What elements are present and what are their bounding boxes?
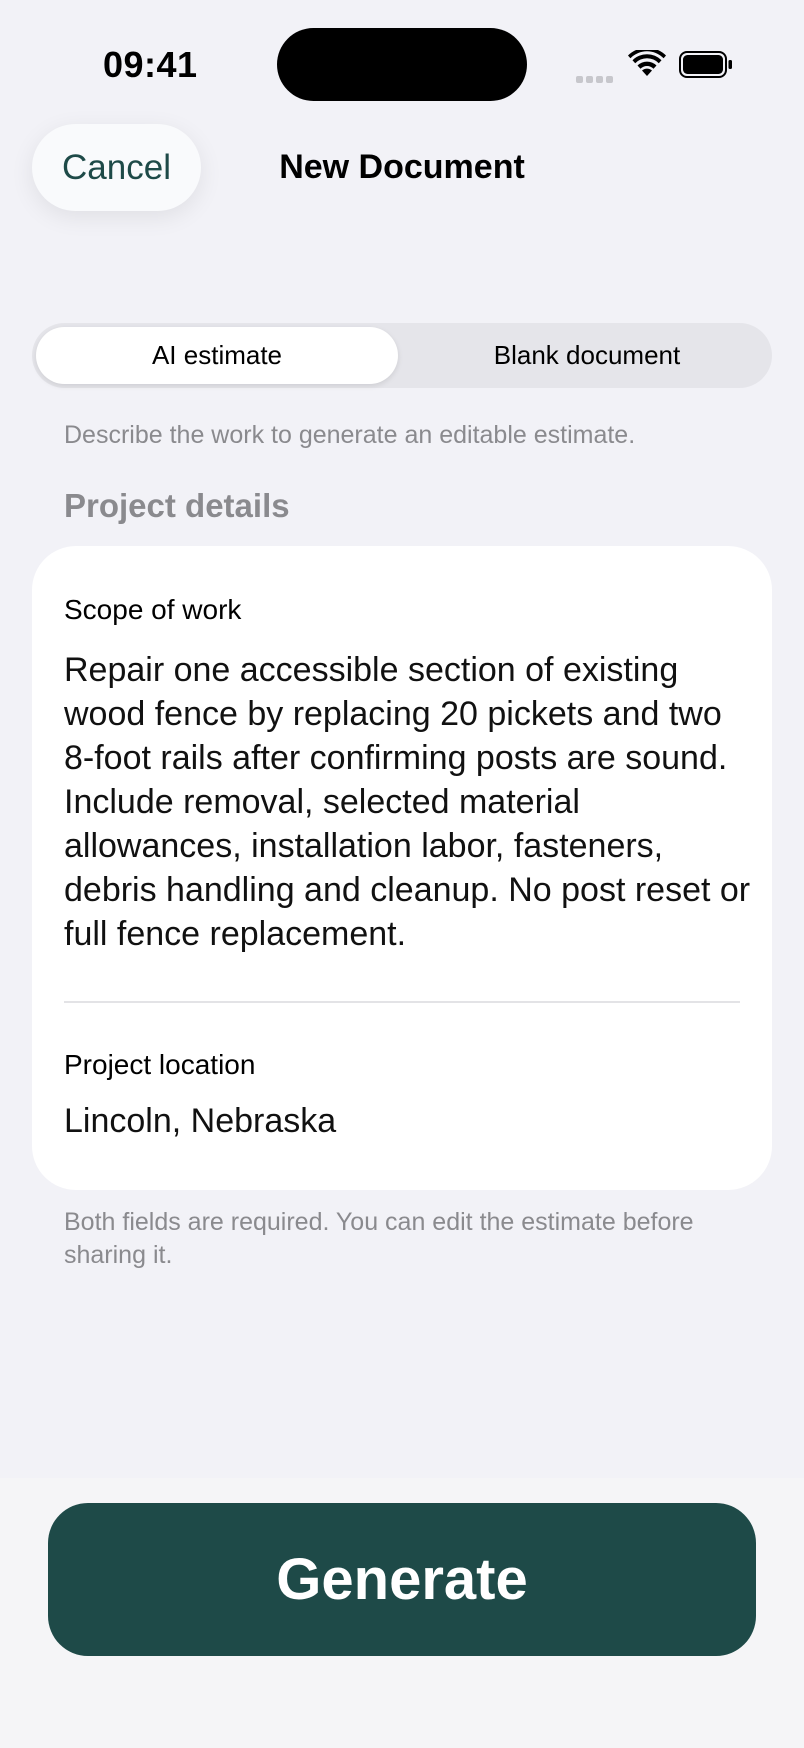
dynamic-island (277, 28, 527, 101)
divider (64, 1001, 740, 1003)
wifi-icon (628, 50, 666, 76)
scope-of-work-field[interactable]: Repair one accessible section of existin… (64, 648, 754, 956)
project-details-card: Scope of work Repair one accessible sect… (32, 546, 772, 1190)
page-title: New Document (279, 148, 525, 186)
segment-ai-estimate[interactable]: AI estimate (36, 327, 398, 384)
project-location-field[interactable]: Lincoln, Nebraska (64, 1102, 336, 1141)
generate-button[interactable]: Generate (48, 1503, 756, 1656)
footnote: Both fields are required. You can edit t… (64, 1208, 694, 1269)
status-time: 09:41 (103, 44, 198, 85)
scope-of-work-label: Scope of work (64, 594, 242, 625)
cellular-signal-icon (576, 70, 616, 83)
document-type-picker: AI estimate Blank document (32, 323, 772, 388)
project-location-label: Project location (64, 1049, 256, 1080)
cancel-button[interactable]: Cancel (32, 124, 201, 211)
segment-blank-document[interactable]: Blank document (406, 327, 768, 384)
new-document-screen: 09:41 Cancel New Document AI estimate Bl… (0, 0, 804, 1748)
battery-icon (679, 51, 732, 78)
helper-text: Describe the work to generate an editabl… (64, 421, 636, 449)
section-header: Project details (64, 487, 290, 524)
